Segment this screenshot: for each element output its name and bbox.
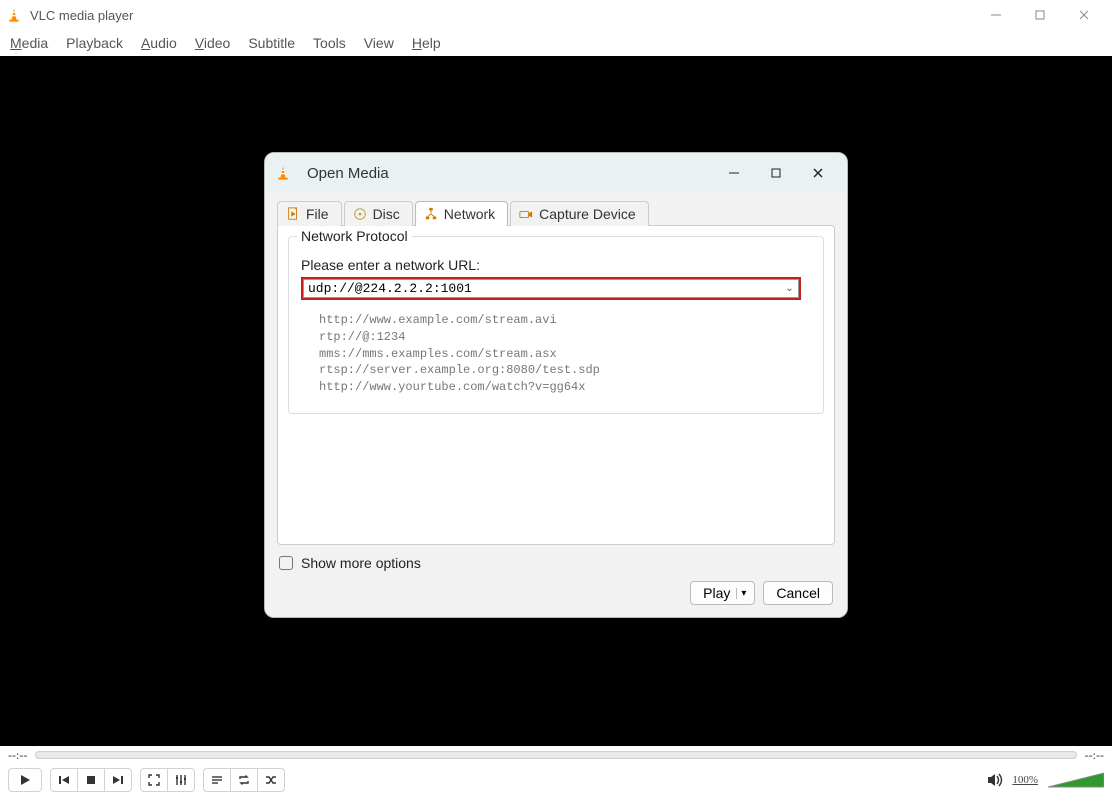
menu-audio[interactable]: Audio	[141, 35, 177, 51]
show-more-options-label: Show more options	[301, 555, 421, 571]
network-icon	[424, 207, 438, 221]
menu-help[interactable]: Help	[412, 35, 441, 51]
extended-settings-button[interactable]	[167, 768, 195, 792]
fullscreen-icon	[147, 773, 161, 787]
vlc-cone-icon	[6, 7, 22, 23]
close-button[interactable]	[1062, 0, 1106, 30]
url-dropdown-button[interactable]: ⌄	[781, 279, 799, 298]
skip-previous-icon	[57, 773, 71, 787]
volume-slider[interactable]	[1048, 771, 1104, 789]
time-elapsed: --:--	[8, 748, 27, 763]
fullscreen-button[interactable]	[140, 768, 168, 792]
open-media-dialog: Open Media File Disc	[264, 152, 848, 618]
url-label: Please enter a network URL:	[301, 257, 811, 273]
tab-file-label: File	[306, 206, 329, 222]
menu-media[interactable]: Media	[10, 35, 48, 51]
shuffle-icon	[264, 773, 278, 787]
speaker-icon[interactable]	[986, 771, 1004, 789]
equalizer-icon	[174, 773, 188, 787]
main-titlebar: VLC media player	[0, 0, 1112, 30]
play-pause-button[interactable]	[8, 768, 42, 792]
skip-next-icon	[111, 773, 125, 787]
transport-controls: 100%	[0, 764, 1112, 796]
cancel-button-label: Cancel	[776, 585, 820, 601]
repeat-icon	[237, 773, 251, 787]
time-remaining: --:--	[1085, 748, 1104, 763]
menu-tools[interactable]: Tools	[313, 35, 346, 51]
minimize-button[interactable]	[974, 0, 1018, 30]
next-button[interactable]	[104, 768, 132, 792]
playlist-button[interactable]	[203, 768, 231, 792]
seek-bar-row: --:-- --:--	[0, 746, 1112, 764]
stop-icon	[84, 773, 98, 787]
dialog-maximize-button[interactable]	[755, 157, 797, 189]
play-button-label: Play	[703, 585, 730, 601]
menu-video[interactable]: Video	[195, 35, 231, 51]
tab-capture-label: Capture Device	[539, 206, 636, 222]
dialog-close-button[interactable]	[797, 157, 839, 189]
dialog-title: Open Media	[307, 165, 713, 182]
main-menubar: Media Playback Audio Video Subtitle Tools View…	[0, 30, 1112, 56]
group-legend: Network Protocol	[297, 228, 412, 244]
play-icon	[18, 773, 32, 787]
show-more-options-checkbox[interactable]	[279, 556, 293, 570]
tab-network-label: Network	[444, 206, 495, 222]
tab-file[interactable]: File	[277, 201, 342, 226]
seek-track[interactable]	[35, 751, 1076, 759]
dialog-titlebar: Open Media	[265, 153, 847, 193]
tab-network[interactable]: Network	[415, 201, 508, 226]
url-examples: http://www.example.com/stream.avi rtp://…	[319, 312, 811, 396]
menu-subtitle[interactable]: Subtitle	[248, 35, 295, 51]
show-more-options-row[interactable]: Show more options	[279, 555, 835, 571]
cancel-button[interactable]: Cancel	[763, 581, 833, 605]
capture-icon	[519, 207, 533, 221]
shuffle-button[interactable]	[257, 768, 285, 792]
window-title: VLC media player	[30, 8, 974, 23]
tab-disc[interactable]: Disc	[344, 201, 413, 226]
tab-disc-label: Disc	[373, 206, 400, 222]
tab-capture[interactable]: Capture Device	[510, 201, 649, 226]
file-icon	[286, 207, 300, 221]
network-protocol-group: Network Protocol Please enter a network …	[288, 236, 824, 414]
video-area: Open Media File Disc	[0, 56, 1112, 746]
play-button[interactable]: Play ▾	[690, 581, 755, 605]
maximize-button[interactable]	[1018, 0, 1062, 30]
menu-view[interactable]: View	[364, 35, 394, 51]
volume-label[interactable]: 100%	[1012, 774, 1038, 786]
dialog-minimize-button[interactable]	[713, 157, 755, 189]
network-url-input[interactable]	[303, 279, 781, 298]
playlist-icon	[210, 773, 224, 787]
vlc-cone-icon	[275, 165, 291, 181]
stop-button[interactable]	[77, 768, 105, 792]
previous-button[interactable]	[50, 768, 78, 792]
url-field-highlight: ⌄	[301, 277, 801, 300]
disc-icon	[353, 207, 367, 221]
play-dropdown-toggle[interactable]: ▾	[736, 588, 750, 599]
repeat-button[interactable]	[230, 768, 258, 792]
menu-playback[interactable]: Playback	[66, 35, 123, 51]
